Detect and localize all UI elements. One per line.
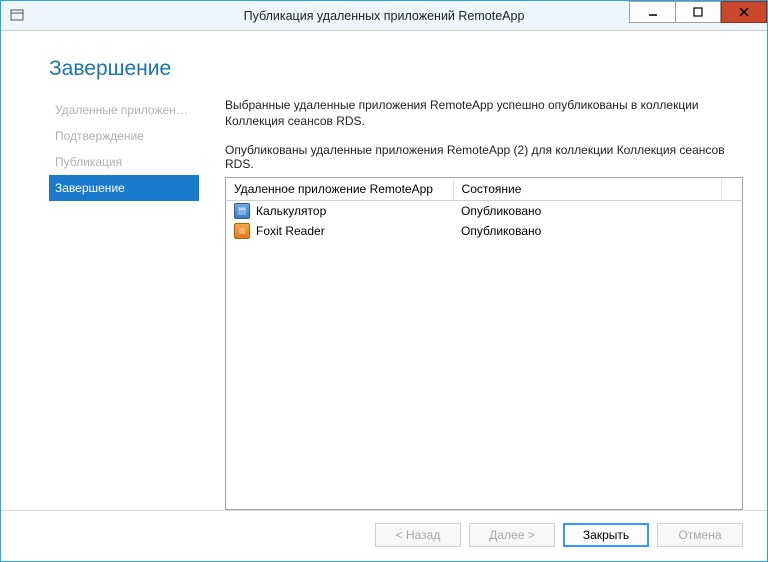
page-header: Завершение — [1, 31, 767, 91]
column-header-status[interactable]: Состояние — [453, 178, 721, 201]
wizard-steps: Удаленные приложения… Подтверждение Публ… — [49, 91, 199, 510]
body: Удаленные приложения… Подтверждение Публ… — [1, 91, 767, 510]
close-button[interactable] — [721, 1, 767, 23]
app-status: Опубликовано — [453, 221, 721, 241]
table-row[interactable]: Foxit Reader Опубликовано — [226, 221, 742, 241]
column-header-app[interactable]: Удаленное приложение RemoteApp — [226, 178, 453, 201]
minimize-button[interactable] — [629, 1, 675, 23]
content: Завершение Удаленные приложения… Подтвер… — [1, 31, 767, 561]
main-panel: Выбранные удаленные приложения RemoteApp… — [199, 91, 743, 510]
app-name: Калькулятор — [256, 204, 326, 218]
subdescription-text: Опубликованы удаленные приложения Remote… — [225, 143, 743, 171]
app-name: Foxit Reader — [256, 224, 325, 238]
calculator-icon — [234, 203, 250, 219]
app-icon — [9, 8, 25, 24]
table-row[interactable]: Калькулятор Опубликовано — [226, 201, 742, 222]
step-publishing[interactable]: Публикация — [49, 149, 199, 175]
step-confirmation[interactable]: Подтверждение — [49, 123, 199, 149]
results-table-wrap: Удаленное приложение RemoteApp Состояние — [225, 177, 743, 510]
column-header-spacer — [721, 178, 742, 201]
next-button[interactable]: Далее > — [469, 523, 555, 547]
back-button[interactable]: < Назад — [375, 523, 461, 547]
cancel-button[interactable]: Отмена — [657, 523, 743, 547]
maximize-button[interactable] — [675, 1, 721, 23]
page-title: Завершение — [49, 57, 743, 81]
results-table: Удаленное приложение RemoteApp Состояние — [226, 178, 742, 241]
foxit-icon — [234, 223, 250, 239]
titlebar: Публикация удаленных приложений RemoteAp… — [1, 1, 767, 31]
step-remote-apps[interactable]: Удаленные приложения… — [49, 97, 199, 123]
step-completion[interactable]: Завершение — [49, 175, 199, 201]
footer: < Назад Далее > Закрыть Отмена — [1, 510, 767, 561]
close-wizard-button[interactable]: Закрыть — [563, 523, 649, 547]
window-controls — [629, 1, 767, 30]
description-text: Выбранные удаленные приложения RemoteApp… — [225, 97, 743, 129]
app-status: Опубликовано — [453, 201, 721, 222]
